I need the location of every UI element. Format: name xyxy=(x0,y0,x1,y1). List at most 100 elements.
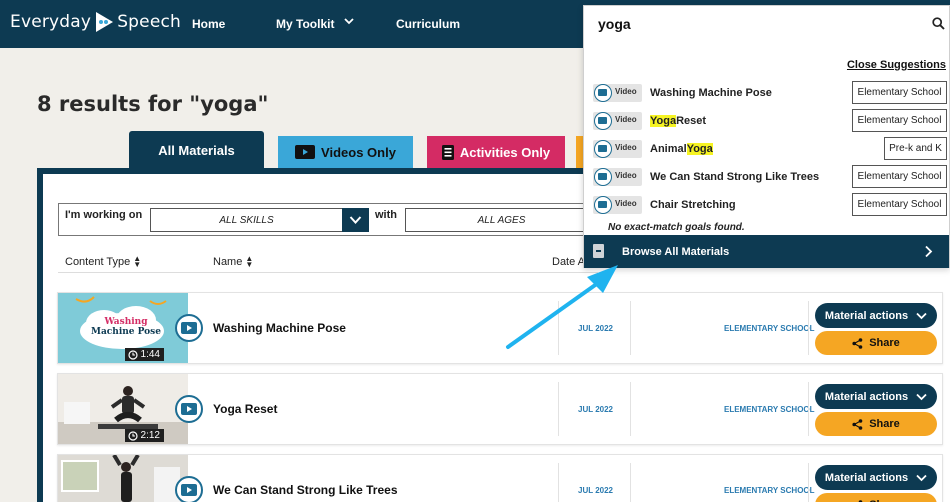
result-title[interactable]: Yoga Reset xyxy=(213,402,277,416)
clock-icon xyxy=(127,349,138,360)
nav-curriculum[interactable]: Curriculum xyxy=(396,17,460,31)
share-button[interactable]: Share xyxy=(815,493,937,502)
video-icon xyxy=(175,314,203,342)
search-icon[interactable] xyxy=(932,17,945,30)
share-label: Share xyxy=(869,337,900,349)
chevron-down-icon xyxy=(916,474,927,481)
share-icon xyxy=(852,337,863,349)
thumbnail-caption-line1: Washing xyxy=(104,317,148,327)
suggestion-age: Elementary School xyxy=(852,193,947,216)
material-actions-button[interactable]: Material actions xyxy=(815,303,937,328)
with-label: with xyxy=(375,209,397,221)
result-age: ELEMENTARY SCHOOL xyxy=(724,405,815,414)
search-suggestions-dropdown: Close Suggestions Video Washing Machine … xyxy=(583,5,950,268)
column-divider xyxy=(630,301,631,355)
video-thumbnail[interactable]: 2:12 xyxy=(58,374,188,444)
video-tag-label: Video xyxy=(615,171,637,180)
suggestion-item[interactable]: Video Chair Stretching Elementary School xyxy=(593,193,948,217)
column-divider xyxy=(558,301,559,355)
column-divider xyxy=(630,382,631,436)
video-tag: Video xyxy=(593,140,642,158)
video-tag: Video xyxy=(593,168,642,186)
column-divider xyxy=(808,382,809,436)
suggestion-item[interactable]: Video YogaReset Elementary School xyxy=(593,109,948,133)
result-date: JUL 2022 xyxy=(578,405,613,414)
table-row[interactable]: 2:12 Yoga Reset JUL 2022 ELEMENTARY SCHO… xyxy=(57,373,943,445)
chevron-down-icon[interactable] xyxy=(343,15,355,27)
ages-select-value: ALL AGES xyxy=(477,214,526,226)
sort-icon: ▲ ▼ xyxy=(245,254,254,270)
activity-icon xyxy=(441,144,454,160)
chevron-down-icon xyxy=(916,393,927,400)
suggestion-age: Elementary School xyxy=(852,109,947,132)
sort-date[interactable]: Date A xyxy=(552,256,585,268)
video-icon xyxy=(594,196,612,214)
video-thumbnail[interactable] xyxy=(58,455,188,502)
video-tag: Video xyxy=(593,196,642,214)
browse-icon xyxy=(593,244,604,258)
tab-activities-label: Activities Only xyxy=(459,144,551,160)
video-icon xyxy=(175,476,203,502)
chevron-down-icon xyxy=(916,312,927,319)
suggestion-item[interactable]: Video Washing Machine Pose Elementary Sc… xyxy=(593,81,948,105)
close-suggestions-link[interactable]: Close Suggestions xyxy=(847,59,946,71)
column-divider xyxy=(558,382,559,436)
chevron-right-icon xyxy=(925,245,933,258)
table-row[interactable]: We Can Stand Strong Like Trees JUL 2022 … xyxy=(57,454,943,502)
material-actions-button[interactable]: Material actions xyxy=(815,465,937,490)
material-actions-button[interactable]: Material actions xyxy=(815,384,937,409)
sort-content-type[interactable]: Content Type ▲ ▼ xyxy=(65,254,142,270)
column-divider xyxy=(558,463,559,502)
suggestion-age: Pre-k and K xyxy=(884,137,947,160)
sort-name-label: Name xyxy=(213,256,243,268)
video-tag-label: Video xyxy=(615,115,637,124)
brand-right-text: Speech xyxy=(117,12,182,32)
browse-all-materials-button[interactable]: Browse All Materials xyxy=(584,235,949,268)
skills-select-value: ALL SKILLS xyxy=(219,214,274,226)
table-row[interactable]: Washing Machine Pose 1:44 Washing Machin… xyxy=(57,292,943,364)
suggestion-title: Washing Machine Pose xyxy=(650,87,772,99)
duration-text: 2:12 xyxy=(140,430,160,441)
video-tag-label: Video xyxy=(615,199,637,208)
share-button[interactable]: Share xyxy=(815,412,937,436)
video-icon xyxy=(175,395,203,423)
sort-date-label: Date A xyxy=(552,256,586,268)
browse-all-label: Browse All Materials xyxy=(622,246,730,258)
result-title[interactable]: Washing Machine Pose xyxy=(213,321,346,335)
suggestion-item[interactable]: Video We Can Stand Strong Like Trees Ele… xyxy=(593,165,948,189)
nav-my-toolkit[interactable]: My Toolkit xyxy=(276,17,334,31)
column-divider xyxy=(808,463,809,502)
video-icon xyxy=(594,140,612,158)
tab-videos-label: Videos Only xyxy=(321,144,396,160)
video-tag-label: Video xyxy=(615,143,637,152)
tab-all-materials[interactable]: All Materials xyxy=(129,131,264,169)
share-button[interactable]: Share xyxy=(815,331,937,355)
suggestion-title: AnimalYoga xyxy=(650,143,713,155)
suggestion-item[interactable]: Video AnimalYoga Pre-k and K xyxy=(593,137,948,161)
results-title: 8 results for "yoga" xyxy=(37,92,269,116)
nav-home[interactable]: Home xyxy=(192,17,225,31)
tab-activities-only[interactable]: Activities Only xyxy=(427,136,565,168)
result-title[interactable]: We Can Stand Strong Like Trees xyxy=(213,483,398,497)
sort-content-type-label: Content Type xyxy=(65,256,131,268)
material-actions-label: Material actions xyxy=(824,471,909,484)
sort-name[interactable]: Name ▲ ▼ xyxy=(213,254,254,270)
video-thumbnail[interactable]: Washing Machine Pose 1:44 xyxy=(58,293,188,363)
skills-dropdown-button[interactable] xyxy=(342,208,369,232)
result-age: ELEMENTARY SCHOOL xyxy=(724,324,815,333)
brand-left-text: Everyday xyxy=(10,12,92,32)
suggestion-title: YogaReset xyxy=(650,115,707,127)
suggestion-age: Elementary School xyxy=(852,165,947,188)
tab-all-label: All Materials xyxy=(158,142,235,158)
search-input[interactable] xyxy=(598,16,918,32)
skills-select[interactable]: ALL SKILLS xyxy=(150,208,343,232)
video-tag: Video xyxy=(593,84,642,102)
brand-logo[interactable]: Everyday Speech xyxy=(10,12,181,32)
tab-videos-only[interactable]: Videos Only xyxy=(278,136,413,168)
result-date: JUL 2022 xyxy=(578,324,613,333)
result-date: JUL 2022 xyxy=(578,486,613,495)
sort-icon: ▲ ▼ xyxy=(133,254,142,270)
clock-icon xyxy=(127,430,138,441)
suggestion-title: We Can Stand Strong Like Trees xyxy=(650,171,820,183)
ages-select[interactable]: ALL AGES xyxy=(405,208,598,232)
